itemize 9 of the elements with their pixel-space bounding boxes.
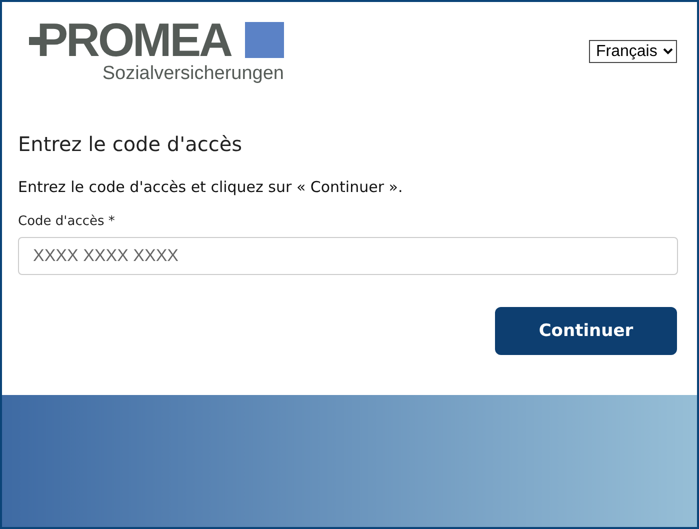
continue-button[interactable]: Continuer: [495, 307, 677, 355]
language-select[interactable]: Français: [589, 40, 677, 63]
logo-tagline: Sozialversicherungen: [102, 63, 284, 85]
square-icon: [245, 22, 284, 58]
page-heading: Entrez le code d'accès: [18, 132, 244, 156]
logo-wordmark: PROMEA: [36, 18, 231, 62]
instruction-text: Entrez le code d'accès et cliquez sur « Continuer ».: [18, 178, 404, 196]
field-label: Code d'accès *: [18, 214, 116, 229]
access-code-field[interactable]: XXXX XXXX XXXX: [18, 237, 678, 275]
